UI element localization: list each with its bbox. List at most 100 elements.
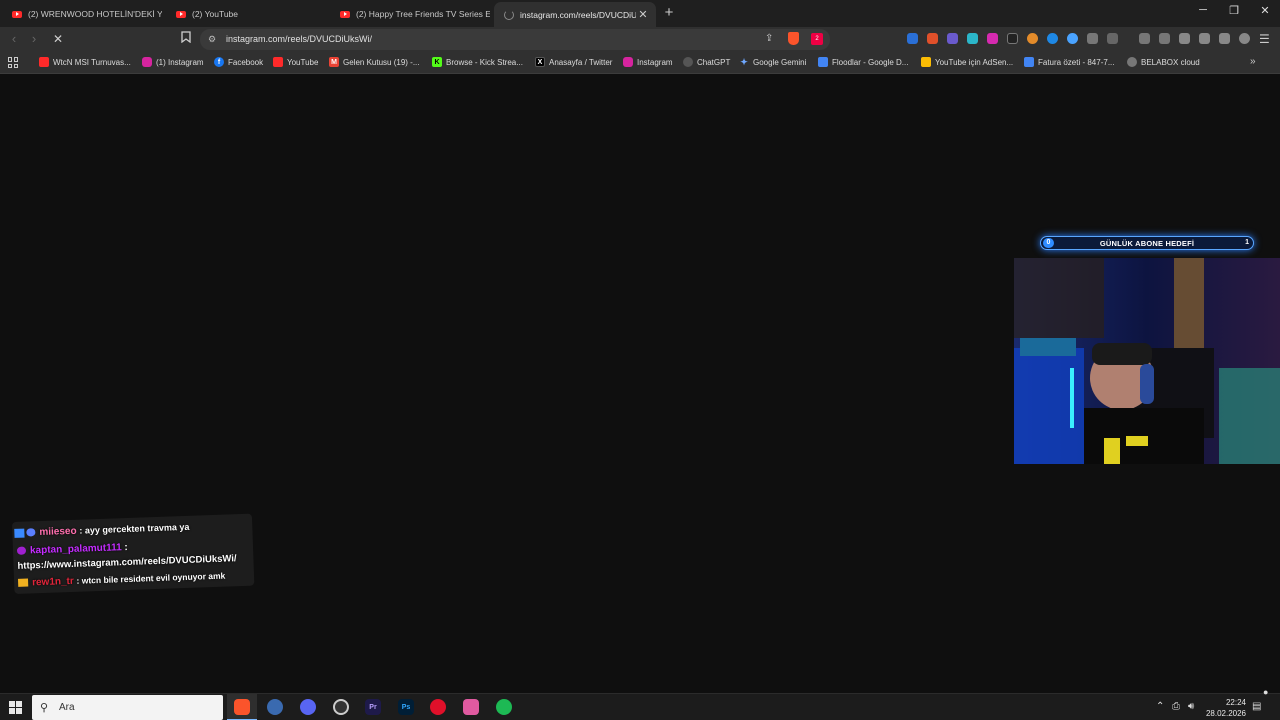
more-bookmarks-icon[interactable]: » (1250, 56, 1256, 67)
site-settings-icon[interactable]: ⚙ (208, 34, 216, 45)
bookmark-item[interactable]: (1) Instagram (142, 57, 204, 67)
forward-button[interactable]: › (26, 31, 42, 47)
extension-icon[interactable] (1047, 33, 1058, 44)
tab-title: (2) WRENWOOD HOTELİN'DEKİ YAŞA (28, 9, 162, 19)
extension-icon[interactable] (927, 33, 938, 44)
bookmark-item[interactable]: M Gelen Kutusu (19) -... (329, 57, 419, 67)
search-placeholder: Ara (59, 702, 75, 713)
restore-button[interactable]: ❐ (1224, 4, 1244, 17)
youtube-icon (273, 57, 283, 67)
opera-icon[interactable] (430, 699, 446, 715)
close-tab-icon[interactable]: ✕ (636, 8, 650, 21)
badge-icon (14, 528, 25, 538)
url-text[interactable]: instagram.com/reels/DVUCDiUksWi/ (226, 34, 372, 44)
extension-icon[interactable] (1007, 33, 1018, 44)
bookmarks-bar: WtcN MSI Turnuvas... (1) Instagram f Face… (0, 52, 1280, 74)
bookmark-item[interactable]: WtcN MSI Turnuvas... (39, 57, 131, 67)
bookmark-item[interactable]: YouTube için AdSen... (921, 57, 1013, 67)
bookmark-item[interactable]: X Anasayfa / Twitter (535, 57, 612, 67)
volume-icon[interactable]: 🔊︎ (1188, 701, 1194, 712)
network-icon[interactable]: ⎙ (1172, 701, 1180, 712)
vpn-icon[interactable] (1239, 33, 1250, 44)
extension-icon[interactable] (1067, 33, 1078, 44)
extension-icon[interactable] (1027, 33, 1038, 44)
kick-icon: K (432, 57, 442, 67)
photoshop-icon[interactable]: Ps (398, 699, 414, 715)
show-hidden-icons-icon[interactable]: ⌃ (1156, 701, 1164, 712)
app-icon[interactable] (463, 699, 479, 715)
tab-youtube[interactable]: (2) YouTube (166, 3, 331, 25)
extension-icon[interactable] (947, 33, 958, 44)
address-bar[interactable]: ⚙ instagram.com/reels/DVUCDiUksWi/ ⇪ 2 (200, 29, 830, 50)
brave-browser-icon[interactable] (234, 699, 250, 715)
wallet-icon[interactable] (1199, 33, 1210, 44)
loading-spinner-icon (504, 9, 514, 20)
apps-grid-icon[interactable] (8, 57, 19, 68)
stream-chat-overlay: miieseo : ayy gercekten travma ya kaptan… (12, 513, 265, 602)
bookmark-item[interactable]: Instagram (623, 57, 673, 67)
stop-loading-button[interactable]: ✕ (50, 31, 66, 47)
extension-icon[interactable] (987, 33, 998, 44)
obs-icon[interactable] (333, 699, 349, 715)
bookmark-item[interactable]: ✦ Google Gemini (739, 57, 806, 67)
goal-label: GÜNLÜK ABONE HEDEFİ (1099, 238, 1195, 248)
taskbar-search[interactable]: ⚲ Ara (32, 695, 223, 720)
screenshot-icon[interactable] (1107, 33, 1118, 44)
menu-icon[interactable]: ☰ (1259, 32, 1270, 46)
globe-icon (1127, 57, 1137, 67)
youtube-icon (39, 57, 49, 67)
system-clock[interactable]: 22:24 28.02.2026 (1200, 697, 1246, 719)
search-icon: ⚲ (40, 702, 49, 714)
bookmark-item[interactable]: BELABOX cloud (1127, 57, 1200, 67)
instagram-icon (623, 57, 633, 67)
youtube-icon (340, 10, 350, 18)
spotify-icon[interactable] (496, 699, 512, 715)
webcam-image (1014, 258, 1280, 464)
adsense-icon (921, 57, 931, 67)
bookmark-item[interactable]: K Browse - Kick Strea... (432, 57, 523, 67)
discord-icon[interactable] (300, 699, 316, 715)
bookmark-item[interactable]: Fatura özeti - 847-7... (1024, 57, 1114, 67)
tab-title: (2) Happy Tree Friends TV Series Epis (356, 9, 490, 19)
windows-start-icon[interactable] (9, 701, 22, 714)
bookmark-item[interactable]: ChatGPT (683, 57, 730, 67)
notification-icon[interactable]: ▤ (1252, 701, 1261, 712)
bookmark-item[interactable]: f Facebook (214, 57, 263, 67)
browser-toolbar: ‹ › ✕ ⚙ instagram.com/reels/DVUCDiUksWi/… (0, 27, 1280, 52)
goal-target-count: 1 (1245, 239, 1249, 246)
brave-shields-icon[interactable] (788, 32, 799, 45)
extension-icon[interactable] (967, 33, 978, 44)
minimize-button[interactable]: ─ (1193, 4, 1213, 16)
extensions-puzzle-icon[interactable] (1087, 33, 1098, 44)
badge-icon (17, 578, 29, 588)
microphone-icon[interactable]: ● (1263, 687, 1268, 697)
bookmark-item[interactable]: Floodlar - Google D... (818, 57, 908, 67)
tab-title: instagram.com/reels/DVUCDiUks (520, 9, 636, 20)
browser-tab-strip: (2) WRENWOOD HOTELİN'DEKİ YAŞA (2) YouTu… (0, 0, 1280, 27)
gemini-icon: ✦ (740, 56, 748, 67)
sidebar-icon[interactable] (1179, 33, 1190, 44)
bookmark-icon[interactable] (178, 31, 194, 47)
subscriber-goal-bar: 0 GÜNLÜK ABONE HEDEFİ 1 (1040, 236, 1254, 250)
tab-wrenwood[interactable]: (2) WRENWOOD HOTELİN'DEKİ YAŞA (2, 3, 162, 25)
app-icon[interactable] (267, 699, 283, 715)
music-icon[interactable] (1159, 33, 1170, 44)
leo-ai-icon[interactable] (1219, 33, 1230, 44)
drive-icon (1024, 57, 1034, 67)
x-icon: X (535, 57, 545, 67)
close-window-button[interactable]: ✕ (1255, 4, 1275, 17)
tab-instagram-active[interactable]: instagram.com/reels/DVUCDiUks ✕ (494, 2, 656, 27)
docs-icon (818, 57, 828, 67)
chatgpt-icon (683, 57, 693, 67)
new-tab-button[interactable]: + (662, 5, 676, 21)
tab-happy-tree-friends[interactable]: (2) Happy Tree Friends TV Series Epis (330, 3, 490, 25)
badge-icon (26, 528, 36, 537)
share-icon[interactable]: ⇪ (765, 33, 773, 44)
extension-icon[interactable] (907, 33, 918, 44)
brave-rewards-icon[interactable]: 2 (811, 33, 823, 45)
premiere-pro-icon[interactable]: Pr (365, 699, 381, 715)
instagram-icon (142, 57, 152, 67)
bookmark-item[interactable]: YouTube (273, 57, 318, 67)
download-icon[interactable] (1139, 33, 1150, 44)
back-button[interactable]: ‹ (6, 31, 22, 47)
